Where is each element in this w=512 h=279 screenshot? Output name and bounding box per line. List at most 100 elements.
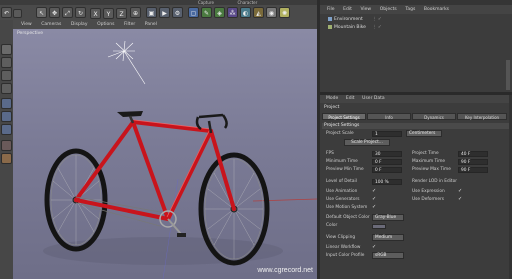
project-scale-unit-select[interactable]: Centimeters <box>406 130 442 137</box>
render-picture-viewer-icon[interactable]: ▶ <box>159 7 170 18</box>
viewport-menu: View Cameras Display Options Filter Pane… <box>13 20 317 29</box>
scene-render <box>43 40 317 279</box>
handlebar <box>195 113 228 131</box>
coordinate-system-icon[interactable]: ⊕ <box>130 7 141 18</box>
section-project-settings: Project Settings <box>322 123 510 129</box>
use-motion-system-checkbox[interactable]: ✓ <box>372 205 377 210</box>
scale-project-button[interactable]: Scale Project... <box>344 139 390 146</box>
menu-character[interactable]: Character <box>238 0 258 5</box>
use-animation-checkbox[interactable]: ✓ <box>372 189 377 194</box>
use-animation-label: Use Animation <box>326 189 358 194</box>
viewport-3d[interactable]: Perspective www.cgrecord.net <box>13 29 317 279</box>
objmenu-file[interactable]: File <box>327 5 335 14</box>
tab-info[interactable]: Info <box>367 113 411 120</box>
seat-post <box>128 115 135 124</box>
make-editable-icon[interactable] <box>1 44 12 55</box>
model-mode-icon[interactable] <box>1 57 12 68</box>
redo-icon[interactable] <box>13 9 22 18</box>
objmenu-view[interactable]: View <box>360 5 371 14</box>
visibility-flags-icon[interactable]: ⋮ ✓ <box>372 16 382 23</box>
cube-icon[interactable]: ▢ <box>188 7 199 18</box>
camera-icon[interactable]: ◉ <box>266 7 277 18</box>
view-clipping-label: View Clipping <box>326 235 356 240</box>
axis-x-icon[interactable]: X <box>90 8 101 19</box>
project-scale-label: Project Scale <box>326 131 354 136</box>
objmenu-edit[interactable]: Edit <box>343 5 352 14</box>
use-expression-label: Use Expression <box>412 189 445 194</box>
linear-workflow-checkbox[interactable]: ✓ <box>372 245 377 250</box>
preview-max-time-field[interactable]: 90 F <box>458 167 488 173</box>
viewport-menu-filter[interactable]: Filter <box>124 20 135 29</box>
menu-capture[interactable]: Capture <box>198 0 214 5</box>
level-of-detail-label: Level of Detail <box>326 179 357 184</box>
project-time-label: Project Time <box>412 151 439 156</box>
tab-project-settings[interactable]: Project Settings <box>322 113 366 120</box>
fps-field[interactable]: 30 <box>372 151 402 157</box>
render-lod-checkbox[interactable] <box>468 179 473 184</box>
object-name: Environment <box>334 17 363 22</box>
live-select-icon[interactable]: ↖ <box>36 7 47 18</box>
use-deformers-label: Use Deformers <box>412 197 445 202</box>
viewport-menu-view[interactable]: View <box>21 20 32 29</box>
objmenu-tags[interactable]: Tags <box>405 5 415 14</box>
left-toolbar <box>0 20 13 279</box>
preview-min-time-field[interactable]: 0 F <box>372 167 402 173</box>
edges-mode-icon[interactable] <box>1 111 12 122</box>
right-panel: File Edit View Objects Tags Bookmarks En… <box>320 0 512 279</box>
null-object-icon <box>328 25 332 29</box>
array-icon[interactable]: ⁂ <box>227 7 238 18</box>
axis-z-icon[interactable]: Z <box>116 8 127 19</box>
tab-key-interpolation[interactable]: Key Interpolation <box>457 113 507 120</box>
level-of-detail-field[interactable]: 100 % <box>372 179 402 185</box>
workplane-icon[interactable] <box>1 83 12 94</box>
watermark: www.cgrecord.net <box>257 267 313 274</box>
object-row-environment[interactable]: Environment ⋮ ✓ <box>320 16 512 23</box>
color-label: Color <box>326 223 338 228</box>
subdivision-icon[interactable]: ◈ <box>214 7 225 18</box>
project-scale-field[interactable]: 1 <box>372 131 402 137</box>
object-row-mountain-bike[interactable]: Mountain Bike ⋮ ✓ <box>320 24 512 31</box>
input-color-profile-label: Input Color Profile <box>326 253 365 258</box>
viewport-menu-panel[interactable]: Panel <box>145 20 157 29</box>
attribute-tabs: Project Settings Info Dynamics Key Inter… <box>322 113 510 121</box>
undo-icon[interactable]: ↶ <box>1 7 12 18</box>
maximum-time-field[interactable]: 90 F <box>458 159 488 165</box>
render-view-icon[interactable]: ▣ <box>146 7 157 18</box>
use-deformers-checkbox[interactable]: ✓ <box>458 197 463 202</box>
attrmenu-mode[interactable]: Mode <box>326 95 338 103</box>
object-name: Mountain Bike <box>334 25 366 30</box>
use-generators-checkbox[interactable]: ✓ <box>372 197 377 202</box>
viewport-menu-display[interactable]: Display <box>71 20 88 29</box>
scale-icon[interactable]: ⤢ <box>62 7 73 18</box>
attrmenu-userdata[interactable]: User Data <box>362 95 384 103</box>
rotate-icon[interactable]: ↻ <box>75 7 86 18</box>
enable-axis-icon[interactable] <box>1 140 12 151</box>
viewport-menu-options[interactable]: Options <box>97 20 114 29</box>
objmenu-bookmarks[interactable]: Bookmarks <box>424 5 449 14</box>
viewport-menu-cameras[interactable]: Cameras <box>41 20 61 29</box>
objmenu-objects[interactable]: Objects <box>380 5 397 14</box>
light-icon[interactable]: ✺ <box>279 7 290 18</box>
move-icon[interactable]: ✥ <box>49 7 60 18</box>
minimum-time-field[interactable]: 0 F <box>372 159 402 165</box>
visibility-flags-icon[interactable]: ⋮ ✓ <box>372 24 382 31</box>
tab-dynamics[interactable]: Dynamics <box>412 113 456 120</box>
input-color-profile-select[interactable]: sRGB <box>372 252 404 259</box>
polygons-mode-icon[interactable] <box>1 124 12 135</box>
texture-mode-icon[interactable] <box>1 70 12 81</box>
attribute-title: Project <box>324 105 340 110</box>
use-expression-checkbox[interactable]: ✓ <box>458 189 463 194</box>
color-swatch[interactable] <box>372 224 386 229</box>
scene-icon[interactable]: ◭ <box>253 7 264 18</box>
project-time-field[interactable]: 40 F <box>458 151 488 157</box>
points-mode-icon[interactable] <box>1 98 12 109</box>
default-object-color-select[interactable]: Gray-Blue <box>372 214 404 221</box>
snap-icon[interactable] <box>1 153 12 164</box>
deformer-icon[interactable]: ◐ <box>240 7 251 18</box>
object-scrollbar[interactable] <box>506 60 510 90</box>
render-settings-icon[interactable]: ⚙ <box>172 7 183 18</box>
view-clipping-select[interactable]: Medium <box>372 234 404 241</box>
pen-icon[interactable]: ✎ <box>201 7 212 18</box>
axis-y-icon[interactable]: Y <box>103 8 114 19</box>
attrmenu-edit[interactable]: Edit <box>346 95 355 103</box>
